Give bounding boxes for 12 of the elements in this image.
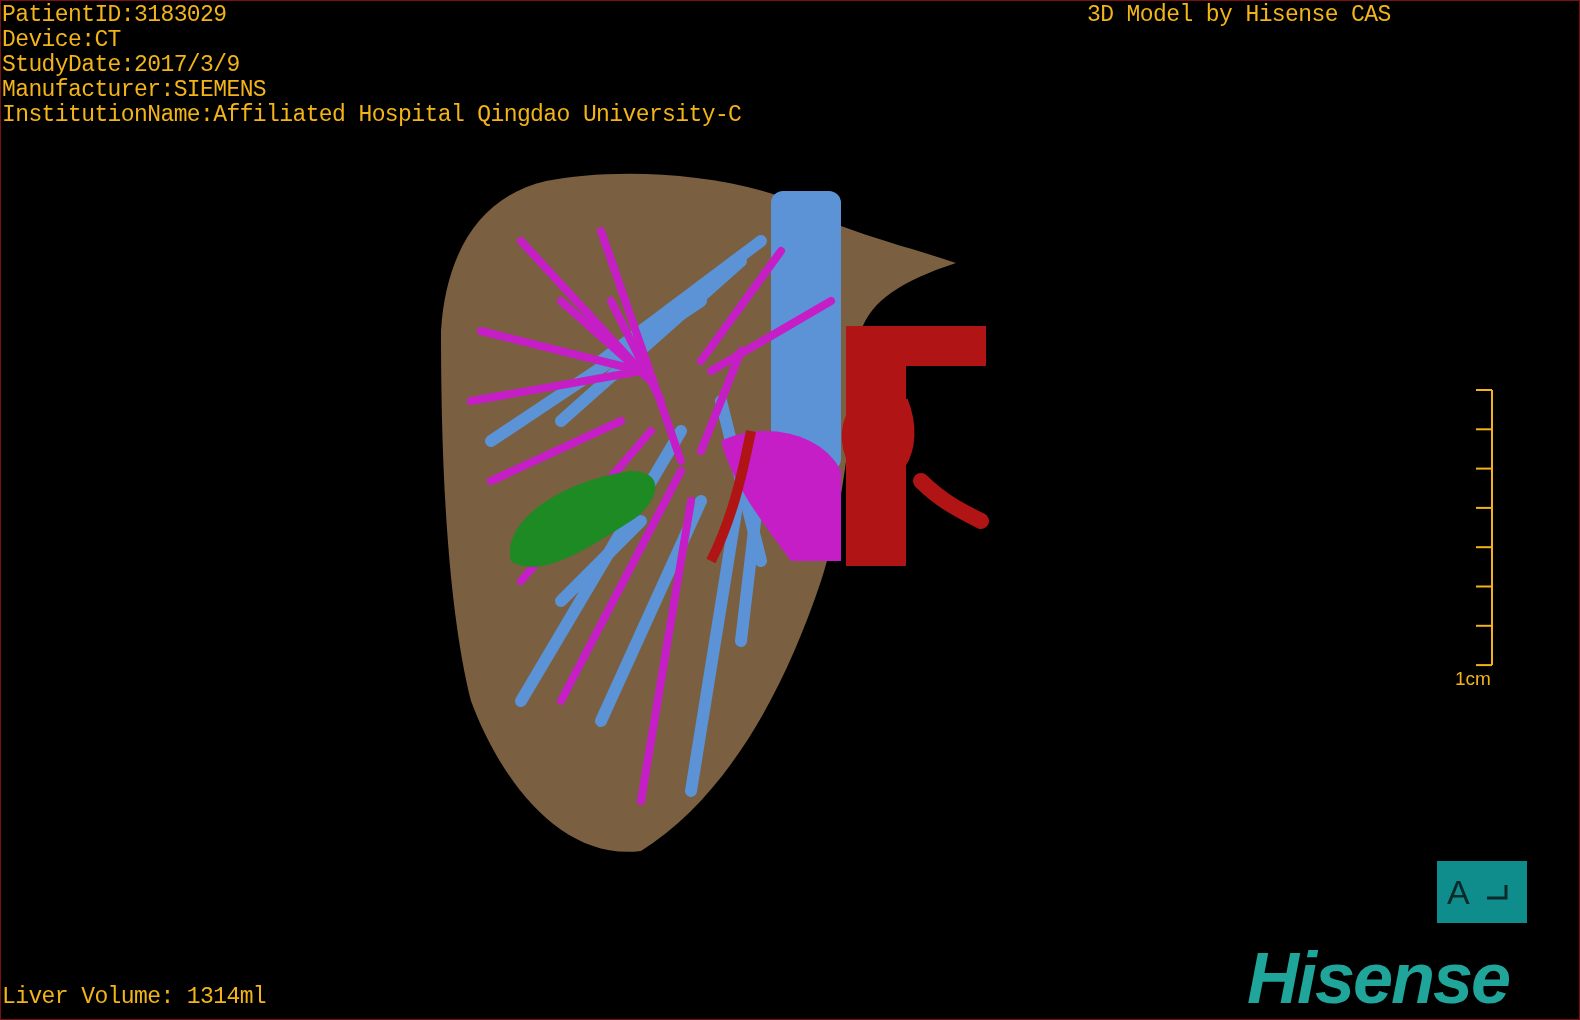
model-title: 3D Model by Hisense CAS [1087,3,1391,28]
patient-info-text: InstitutionName:Affiliated Hospital Qingdao University-C [2,103,742,128]
patient-info-text: Device:CT [2,28,122,53]
liver-volume-text: Liver Volume: 1314ml [2,985,267,1010]
orientation-label: A [1447,872,1470,912]
patient-info-text: PatientID:3183029 [2,3,228,28]
patient-info-text: Manufacturer:SIEMENS [2,78,268,103]
scale-label: 1cm [1455,669,1491,689]
logo-text: Hisense [1247,939,1510,1017]
corner-icon [1485,884,1508,900]
patient-info-text: StudyDate:2017/3/9 [2,53,241,78]
orientation-cube[interactable]: A [1437,861,1527,923]
